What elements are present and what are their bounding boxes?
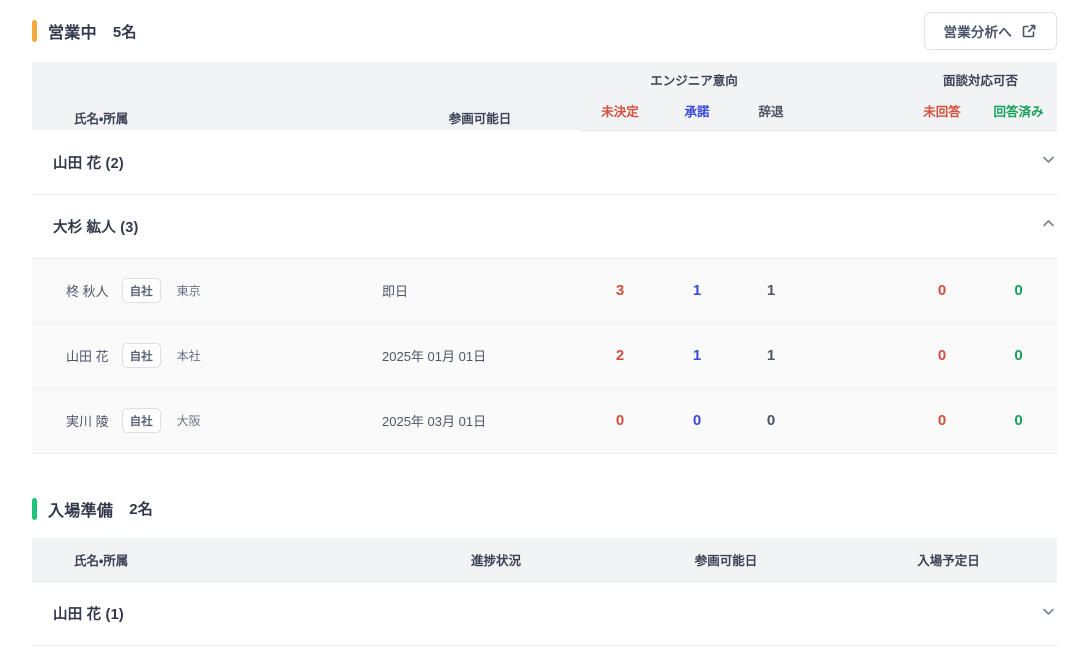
person-name: 実川 陵	[66, 414, 109, 429]
col-header-spacer	[808, 92, 904, 131]
person-dept: 本社	[176, 349, 201, 363]
person-dept: 大阪	[176, 414, 201, 428]
group-row-label-cell: 大杉 紘人 (3)	[32, 194, 980, 259]
row-name-cell: 実川 陵 自社 大阪	[32, 388, 380, 454]
cell-accepted: 1	[660, 323, 734, 389]
sales-analysis-label: 営業分析へ	[943, 25, 1012, 40]
chevron-down-icon	[1040, 151, 1057, 173]
chevron-up-icon	[1040, 215, 1057, 237]
col-header-answered: 回答済み	[980, 92, 1058, 131]
cell-undecided: 0	[580, 388, 660, 454]
spacer-col-header	[808, 62, 904, 92]
row-available-date-cell: 即日	[380, 258, 580, 324]
section-accent-bar	[32, 20, 37, 42]
group-row-toggle[interactable]	[980, 130, 1058, 195]
section-accent-bar	[32, 497, 37, 520]
cell-answered: 0	[980, 323, 1058, 389]
cell-unanswered: 0	[904, 258, 980, 324]
col-header-undecided: 未決定	[580, 92, 660, 131]
col-header-available-date: 参画可能日	[612, 537, 840, 582]
section-header-nyujo-junbi: 入場準備 2名	[0, 480, 1089, 538]
col-group-header-intent: エンジニア意向	[580, 62, 808, 92]
group-row-label-cell: 山田 花 (2)	[32, 130, 980, 195]
cell-unanswered: 0	[904, 323, 980, 389]
row-name-cell: 山田 花 自社 本社	[32, 323, 380, 389]
group-row-toggle[interactable]	[980, 194, 1058, 259]
external-link-icon	[1021, 23, 1037, 39]
row-available-date-cell: 2025年 03月 01日	[380, 388, 580, 454]
cell-declined: 1	[734, 258, 808, 324]
section-count: 2名	[129, 501, 153, 518]
person-name: 山田 花	[66, 349, 109, 364]
page-root: 営業中 5名 営業分析へ 氏名・所属 参画可能日 エンジニア意向 面談対応可否 …	[0, 0, 1089, 646]
col-header-entry-date: 入場予定日	[840, 537, 1057, 582]
eigyochu-table-wrap: 氏名・所属 参画可能日 エンジニア意向 面談対応可否 未決定 承諾 辞退 未回答…	[0, 62, 1089, 454]
eigyochu-table: 氏名・所属 参画可能日 エンジニア意向 面談対応可否 未決定 承諾 辞退 未回答…	[32, 62, 1058, 454]
available-date: 2025年 03月 01日	[382, 414, 487, 429]
cell-undecided: 2	[580, 323, 660, 389]
col-header-unanswered: 未回答	[904, 92, 980, 131]
sales-analysis-button[interactable]: 営業分析へ	[923, 12, 1057, 50]
person-name: 柊 秋人	[66, 284, 109, 299]
section-title: 入場準備	[48, 502, 114, 520]
nyujo-junbi-table-wrap: 氏名・所属 進捗状況 参画可能日 入場予定日 山田 花 (1)	[0, 537, 1089, 646]
group-row-toggle[interactable]	[840, 581, 1057, 646]
company-badge: 自社	[121, 408, 161, 433]
col-header-progress: 進捗状況	[380, 537, 612, 582]
col-header-name-cell: 氏名・所属	[32, 62, 380, 130]
available-date: 2025年 01月 01日	[382, 349, 487, 364]
col-group-header-interview: 面談対応可否	[904, 62, 1058, 92]
person-dept: 東京	[176, 284, 201, 298]
row-name-cell: 柊 秋人 自社 東京	[32, 258, 380, 324]
cell-spacer	[808, 388, 904, 454]
col-header-accepted: 承諾	[660, 92, 734, 131]
table-header-row: 氏名・所属 進捗状況 参画可能日 入場予定日	[32, 537, 1057, 582]
group-row-label: 山田 花 (2)	[53, 155, 124, 172]
col-header-name: 氏名・所属	[74, 112, 129, 126]
available-date: 即日	[382, 284, 409, 299]
table-row[interactable]: 実川 陵 自社 大阪 2025年 03月 01日 0 0 0 0 0	[32, 388, 1058, 454]
nyujo-junbi-table: 氏名・所属 進捗状況 参画可能日 入場予定日 山田 花 (1)	[32, 537, 1057, 646]
table-row[interactable]: 山田 花 自社 本社 2025年 01月 01日 2 1 1 0 0	[32, 323, 1058, 389]
col-header-available-date-cell: 参画可能日	[380, 62, 580, 130]
table-group-header-row: 氏名・所属 参画可能日 エンジニア意向 面談対応可否	[32, 62, 1058, 130]
company-badge: 自社	[121, 278, 161, 303]
cell-accepted: 0	[660, 388, 734, 454]
cell-declined: 0	[734, 388, 808, 454]
group-row-label: 大杉 紘人 (3)	[53, 219, 139, 236]
section-header-eigyochu: 営業中 5名 営業分析へ	[0, 0, 1089, 62]
cell-answered: 0	[980, 258, 1058, 324]
group-row-label-cell: 山田 花 (1)	[32, 581, 840, 646]
cell-spacer	[808, 258, 904, 324]
group-row[interactable]: 山田 花 (2)	[32, 130, 1058, 195]
chevron-down-icon	[1040, 603, 1057, 625]
group-row[interactable]: 山田 花 (1)	[32, 581, 1057, 646]
cell-unanswered: 0	[904, 388, 980, 454]
cell-declined: 1	[734, 323, 808, 389]
table-row[interactable]: 柊 秋人 自社 東京 即日 3 1 1 0 0	[32, 258, 1058, 324]
cell-undecided: 3	[580, 258, 660, 324]
group-row-label: 山田 花 (1)	[53, 607, 124, 623]
group-row[interactable]: 大杉 紘人 (3)	[32, 194, 1058, 259]
col-header-declined: 辞退	[734, 92, 808, 131]
section-title: 営業中	[48, 25, 97, 42]
company-badge: 自社	[121, 343, 161, 368]
cell-answered: 0	[980, 388, 1058, 454]
cell-spacer	[808, 323, 904, 389]
col-header-name: 氏名・所属	[32, 537, 380, 582]
section-count: 5名	[112, 23, 137, 41]
col-header-available-date: 参画可能日	[448, 112, 512, 126]
cell-accepted: 1	[660, 258, 734, 324]
row-available-date-cell: 2025年 01月 01日	[380, 323, 580, 389]
